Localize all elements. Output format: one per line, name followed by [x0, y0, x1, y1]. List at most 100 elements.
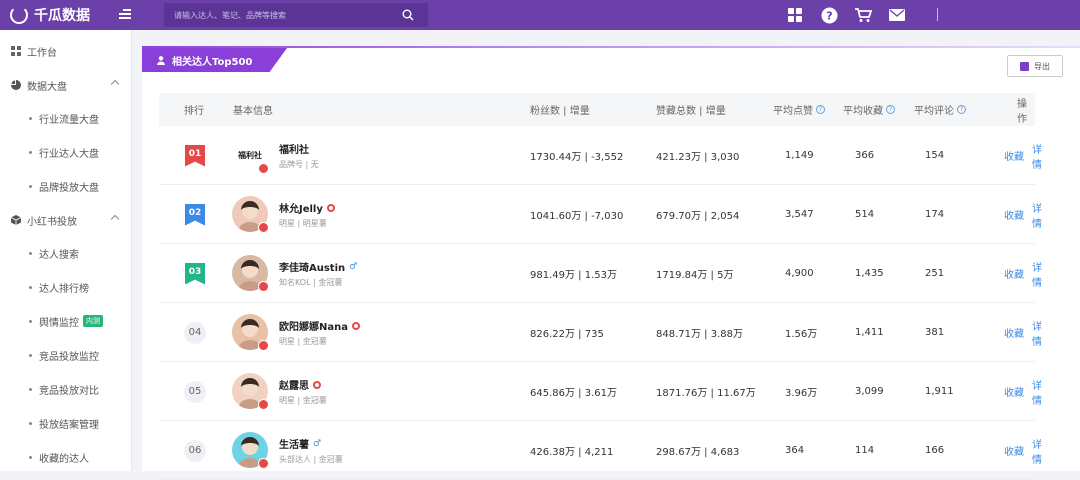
- kol-name[interactable]: 欧阳娜娜Nana: [279, 318, 360, 333]
- col-likes[interactable]: 赞藏总数 | 增量: [656, 93, 726, 126]
- kol-tag-level: 明星薯: [302, 219, 327, 228]
- rank-badge: 03: [185, 262, 205, 285]
- table-row: 06 生活薯 ♂ 头部达人 | 金冠薯 426.38万 | 4,211 298.6…: [159, 421, 1042, 480]
- favorite-link[interactable]: 收藏: [1004, 126, 1024, 185]
- question-icon[interactable]: ?: [886, 105, 895, 114]
- sidebar-item-workbench[interactable]: 工作台: [0, 38, 132, 64]
- avg-comment-cell: 166: [925, 445, 945, 456]
- sidebar-item-kol-ranking[interactable]: 达人排行榜: [0, 274, 132, 300]
- avg-comment-cell: 251: [925, 268, 945, 279]
- favorite-link[interactable]: 收藏: [1004, 421, 1024, 480]
- col-avg-collect[interactable]: 平均收藏?: [843, 93, 895, 126]
- sidebar-item-xhs-ads[interactable]: 小红书投放: [0, 207, 132, 233]
- fans-cell: 1041.60万 | -7,030: [530, 211, 624, 222]
- menu-toggle-icon[interactable]: [119, 9, 131, 20]
- sidebar-item-industry-traffic[interactable]: 行业流量大盘: [0, 105, 132, 131]
- search-icon: [402, 9, 414, 21]
- kol-tags: 品牌号 | 无: [279, 160, 319, 169]
- kol-name-text: 欧阳娜娜Nana: [279, 322, 348, 333]
- beta-badge: 内测: [83, 315, 103, 327]
- col-fans[interactable]: 粉丝数 | 增量: [530, 93, 590, 126]
- table-header: [159, 93, 1035, 126]
- favorite-link[interactable]: 收藏: [1004, 185, 1024, 244]
- search-bar: [164, 3, 428, 27]
- app-logo[interactable]: 千瓜数据: [10, 4, 90, 26]
- sidebar-item-dashboard[interactable]: 数据大盘: [0, 72, 132, 98]
- sidebar-item-label: 投放结案管理: [39, 419, 99, 431]
- avg-like-cell: 4,900: [785, 268, 814, 279]
- detail-link[interactable]: 详情: [1032, 421, 1042, 480]
- detail-link[interactable]: 详情: [1032, 362, 1042, 421]
- svg-text:?: ?: [826, 9, 832, 22]
- export-label: 导出: [1034, 61, 1050, 71]
- kol-name-text: 生活薯: [279, 440, 309, 451]
- favorite-link[interactable]: 收藏: [1004, 303, 1024, 362]
- avg-collect-cell: 114: [855, 445, 875, 456]
- favorite-link[interactable]: 收藏: [1004, 362, 1024, 421]
- col-action: 操作: [1017, 98, 1027, 125]
- kol-name-text: 林允Jelly: [279, 204, 323, 215]
- verified-icon: [258, 458, 269, 469]
- question-icon[interactable]: ?: [957, 105, 966, 114]
- sidebar-item-label: 小红书投放: [27, 216, 77, 228]
- export-button[interactable]: 导出: [1007, 55, 1063, 77]
- verified-star-icon: [351, 321, 360, 330]
- kol-name[interactable]: 林允Jelly: [279, 200, 335, 215]
- search-input[interactable]: [164, 3, 388, 27]
- avg-collect-cell: 366: [855, 150, 875, 161]
- panel-title-tab: 相关达人Top500: [142, 48, 287, 72]
- sidebar-item-industry-kol[interactable]: 行业达人大盘: [0, 139, 132, 165]
- kol-tag-type: 知名KOL: [279, 278, 311, 287]
- logo-icon: [10, 6, 28, 24]
- detail-link[interactable]: 详情: [1032, 185, 1042, 244]
- sidebar-item-campaign-report[interactable]: 投放结案管理: [0, 410, 132, 436]
- verified-icon: [258, 163, 269, 174]
- favorite-link[interactable]: 收藏: [1004, 244, 1024, 303]
- avg-like-cell: 3,547: [785, 209, 814, 220]
- col-info: 基本信息: [233, 106, 273, 117]
- kol-tags: 明星 | 金冠薯: [279, 337, 327, 346]
- detail-link[interactable]: 详情: [1032, 126, 1042, 185]
- sidebar-item-sentiment[interactable]: 舆情监控 内测: [0, 308, 132, 334]
- mail-icon[interactable]: [888, 6, 906, 24]
- avg-like-cell: 1,149: [785, 150, 814, 161]
- sidebar-item-kol-search[interactable]: 达人搜索: [0, 240, 132, 266]
- search-button[interactable]: [388, 3, 428, 27]
- fans-cell: 645.86万 | 3.61万: [530, 388, 617, 399]
- likes-cell: 679.70万 | 2,054: [656, 211, 740, 222]
- kol-name[interactable]: 生活薯 ♂: [279, 436, 321, 452]
- kol-name[interactable]: 赵露思: [279, 377, 321, 392]
- avg-comment-cell: 174: [925, 209, 945, 220]
- sidebar-item-brand-ads[interactable]: 品牌投放大盘: [0, 173, 132, 199]
- kol-name-text: 李佳琦Austin: [279, 263, 346, 274]
- rank-badge: 04: [184, 321, 206, 344]
- excel-icon: [1020, 61, 1029, 71]
- avg-comment-cell: 154: [925, 150, 945, 161]
- panel-title: 相关达人Top500: [172, 56, 253, 68]
- sidebar-item-label: 工作台: [27, 47, 57, 59]
- sidebar-item-competitor-compare[interactable]: 竞品投放对比: [0, 376, 132, 402]
- avg-like-cell: 1.56万: [785, 329, 818, 340]
- kol-name[interactable]: 福利社: [279, 141, 309, 156]
- table-row: 03 李佳琦Austin ♂ 知名KOL | 金冠薯 981.49万 | 1.53…: [159, 244, 1042, 303]
- male-icon: ♂: [349, 261, 358, 272]
- kol-tag-level: 无: [310, 160, 319, 169]
- fans-cell: 1730.44万 | -3,552: [530, 152, 624, 163]
- likes-cell: 1719.84万 | 5万: [656, 270, 734, 281]
- col-avg-comment[interactable]: 平均评论?: [914, 93, 966, 126]
- detail-link[interactable]: 详情: [1032, 303, 1042, 362]
- kol-name[interactable]: 李佳琦Austin ♂: [279, 259, 358, 275]
- kol-tag-type: 明星: [279, 396, 295, 405]
- detail-link[interactable]: 详情: [1032, 244, 1042, 303]
- sidebar-item-favorite-kol[interactable]: 收藏的达人: [0, 444, 132, 470]
- cart-icon[interactable]: [854, 6, 872, 24]
- app-name: 千瓜数据: [34, 8, 90, 24]
- sidebar-item-competitor-monitor[interactable]: 竞品投放监控: [0, 342, 132, 368]
- col-avg-like[interactable]: 平均点赞?: [773, 93, 825, 126]
- apps-icon[interactable]: [786, 6, 804, 24]
- sidebar: 工作台 数据大盘 行业流量大盘 行业达人大盘 品牌投放大盘 小红书投放 达人搜索…: [0, 30, 132, 471]
- user-icon: [157, 55, 165, 65]
- sidebar-item-label: 行业流量大盘: [39, 114, 99, 126]
- help-icon[interactable]: ?: [820, 6, 838, 24]
- question-icon[interactable]: ?: [816, 105, 825, 114]
